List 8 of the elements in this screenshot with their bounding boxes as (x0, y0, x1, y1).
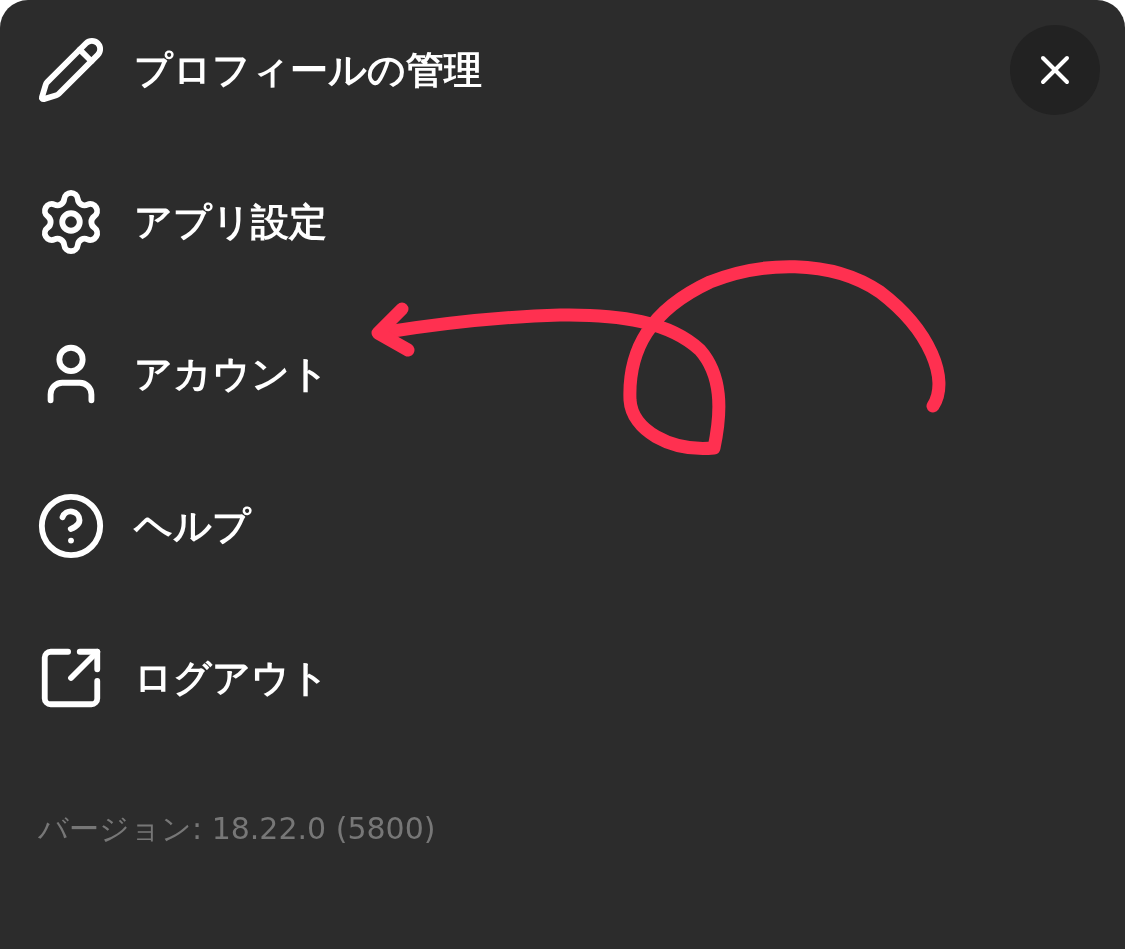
version-text: バージョン: 18.22.0 (5800) (38, 810, 436, 848)
pencil-icon (36, 35, 106, 105)
menu-item[interactable]: アカウント (36, 312, 836, 436)
help-icon (36, 491, 106, 561)
menu-item[interactable]: プロフィールの管理 (36, 8, 836, 132)
menu-item[interactable]: ヘルプ (36, 464, 836, 588)
menu-item[interactable]: ログアウト (36, 616, 836, 740)
menu-item[interactable]: アプリ設定 (36, 160, 836, 284)
